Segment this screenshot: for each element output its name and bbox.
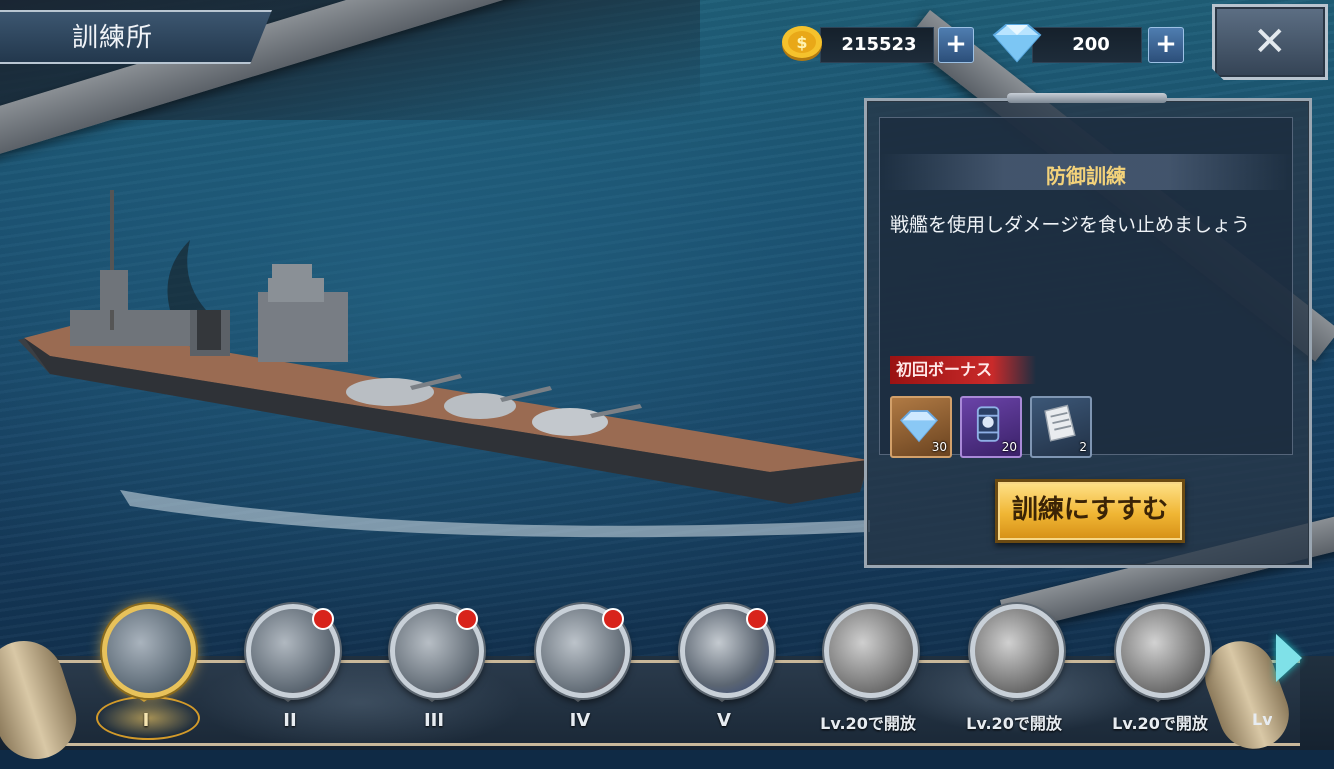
training-info-panel: 防御訓練 戦艦を使用しダメージを食い止めましょう 初回ボーナス 30 20 2 …	[864, 93, 1312, 568]
training-title: 防御訓練	[1046, 164, 1126, 188]
reward-count: 2	[1079, 440, 1087, 454]
stage-4[interactable]: IV	[530, 604, 630, 744]
training-description: 戦艦を使用しダメージを食い止めましょう	[890, 214, 1251, 236]
coin-icon: $	[782, 26, 822, 61]
stage-5[interactable]: V	[674, 604, 774, 744]
next-arrow-icon[interactable]	[1276, 634, 1302, 682]
start-training-button[interactable]: 訓練にすすむ	[995, 479, 1185, 543]
panel-content: 防御訓練 戦艦を使用しダメージを食い止めましょう 初回ボーナス 30 20 2	[879, 117, 1293, 458]
stage-unlock-label: Lv.20で開放	[820, 714, 916, 733]
stage-label: I	[142, 710, 150, 731]
svg-text:$: $	[796, 33, 807, 52]
notification-dot	[312, 608, 334, 630]
locked-ship-medal	[824, 604, 918, 698]
stage-6[interactable]: Lv.20で開放	[818, 604, 918, 744]
notification-dot	[456, 608, 478, 630]
battleship-image	[18, 190, 870, 538]
close-icon: ✕	[1253, 19, 1287, 65]
stage-label: III	[423, 710, 445, 731]
stage-7[interactable]: Lv.20で開放	[964, 604, 1064, 744]
reward-item[interactable]: 20	[960, 396, 1022, 458]
gem-amount: 200	[1072, 34, 1110, 55]
reward-count: 20	[1001, 440, 1017, 454]
stage-label: V	[717, 710, 731, 731]
locked-ship-medal	[1116, 604, 1210, 698]
close-button[interactable]: ✕	[1212, 4, 1328, 80]
stage-label: II	[283, 710, 297, 731]
stage-label: IV	[569, 710, 591, 731]
add-gold-button[interactable]: +	[938, 27, 974, 63]
gold-amount: 215523	[841, 34, 917, 55]
blueprint-document-icon	[1044, 404, 1076, 442]
panel-ornament	[1007, 93, 1167, 103]
stage-1[interactable]: I	[96, 604, 200, 744]
stage-unlock-label: Lv.20で開放	[1112, 714, 1208, 733]
locked-ship-medal	[970, 604, 1064, 698]
page-title: 訓練所	[72, 23, 154, 53]
stage-unlock-label-partial: Lv	[1252, 710, 1272, 729]
gem-resource: 200 +	[988, 24, 1184, 63]
reward-item[interactable]: 2	[1030, 396, 1092, 458]
ship-medal	[102, 604, 196, 698]
reward-item[interactable]: 30	[890, 396, 952, 458]
stage-8[interactable]: Lv.20で開放	[1110, 604, 1210, 744]
first-bonus-label: 初回ボーナス	[890, 356, 1036, 384]
gold-resource: $ 215523 +	[780, 26, 974, 63]
reward-count: 30	[931, 440, 947, 454]
stage-unlock-label: Lv.20で開放	[966, 714, 1062, 733]
stage-3[interactable]: III	[384, 604, 484, 744]
notification-dot	[746, 608, 768, 630]
notification-dot	[602, 608, 624, 630]
stage-2[interactable]: II	[240, 604, 340, 744]
add-gems-button[interactable]: +	[1148, 27, 1184, 63]
